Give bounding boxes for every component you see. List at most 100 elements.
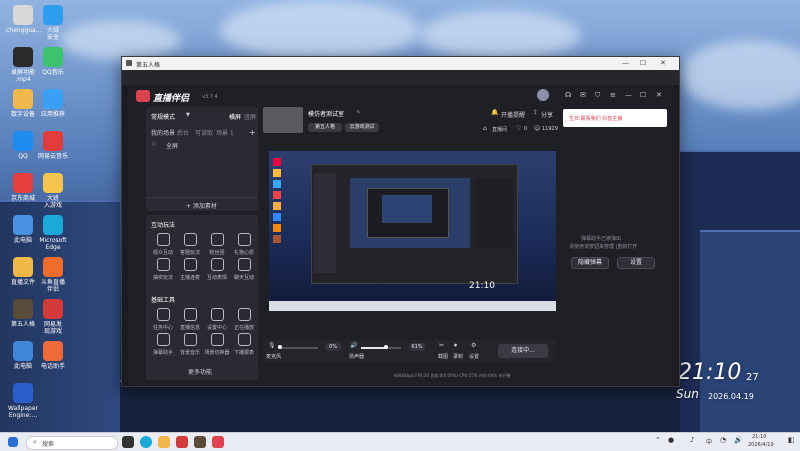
add-scene-icon[interactable]: + (249, 128, 256, 137)
tool-button[interactable]: 答题玩法 (177, 233, 203, 256)
source-item[interactable]: ⁞⁞ 全屏 (150, 140, 254, 150)
tool-button[interactable]: 聊天互动 (231, 258, 257, 281)
desktop-icon[interactable]: 此电脑 (6, 341, 40, 370)
desktop-icon[interactable]: Wallpaper Engine:... (6, 383, 40, 419)
chevron-down-icon[interactable]: ▼ (186, 112, 190, 118)
tool-button[interactable]: 任务中心 (150, 308, 176, 331)
task-view-icon[interactable] (122, 436, 134, 448)
tool-button[interactable]: 正在播放 (231, 308, 257, 331)
maximize-icon[interactable]: ☐ (640, 59, 646, 67)
add-source-button[interactable]: + 添加素材 (186, 201, 217, 210)
chevron-up-icon[interactable]: ⌃ (655, 436, 661, 444)
record-icon[interactable]: ⏺ (454, 342, 457, 350)
danmaku-notice-detail[interactable]: 请使用该按钮来管理 |重新打开 (569, 243, 637, 250)
tool-button[interactable]: 观众互动 (150, 233, 176, 256)
stream-title[interactable]: 模仿者测试室 (308, 109, 344, 118)
volume-icon[interactable]: 🔊 (734, 436, 743, 444)
bell-icon[interactable]: 🔔 (491, 109, 498, 116)
close-icon[interactable]: ✕ (660, 59, 666, 67)
scene-tab[interactable]: 场景 1 (216, 128, 234, 137)
game-icon[interactable] (194, 436, 206, 448)
desktop-icon[interactable]: 京东商城 (6, 173, 40, 202)
tool-button[interactable]: 主播连麦 (177, 258, 203, 281)
file-explorer-icon[interactable] (158, 436, 170, 448)
tool-button[interactable]: 粉丝团 (204, 233, 230, 256)
edge-icon[interactable] (140, 436, 152, 448)
desktop-icon[interactable]: 电话助手 (36, 341, 70, 370)
go-live-button[interactable]: 连接中... (498, 344, 548, 358)
drag-handle-icon[interactable]: ⁞⁞ (152, 141, 156, 148)
desktop-icon[interactable]: 录屏功能 .mp4 (6, 47, 40, 83)
share-icon[interactable]: ⇪ (533, 109, 538, 116)
window-titlebar[interactable]: 第五人格 — ☐ ✕ (122, 57, 679, 70)
desktop-icon[interactable]: 火绒 安全 (36, 5, 70, 41)
shirt-icon[interactable]: ⛉ (595, 91, 600, 100)
tool-button[interactable]: 下播报表 (231, 333, 257, 356)
room-label[interactable]: 直播间 (492, 126, 507, 133)
app-minimize-icon[interactable]: — (625, 91, 632, 99)
desktop-icon[interactable]: 网易发 现游戏 (36, 299, 70, 335)
taskbar-time[interactable]: 21:10 (752, 434, 766, 440)
mic-slider-handle[interactable] (278, 345, 282, 349)
input-language[interactable]: 中 (706, 437, 712, 446)
stream-preview[interactable]: 21:10 (269, 151, 556, 311)
desktop-icon[interactable]: QQ (6, 131, 40, 160)
user-avatar[interactable] (537, 89, 549, 101)
menu-icon[interactable]: ≡ (610, 91, 616, 99)
message-icon[interactable]: ✉ (580, 91, 586, 99)
notification-icon[interactable]: ◧ (788, 436, 795, 444)
record-button[interactable]: 录制 (453, 353, 463, 360)
desktop-icon[interactable]: 斗鱼直播 伴侣 (36, 257, 70, 293)
live-companion-icon[interactable] (212, 436, 224, 448)
taskbar-search[interactable]: ⌕ 搜索 (26, 436, 118, 450)
tray-mic-icon[interactable]: ♪ (690, 436, 694, 444)
subcategory-tag[interactable]: 云游戏测试 (345, 123, 379, 132)
scene-tab[interactable]: 可读取 (195, 128, 213, 137)
screenshot-button[interactable]: 截图 (438, 353, 448, 360)
speaker-slider-handle[interactable] (384, 345, 388, 349)
app-close-icon[interactable]: ✕ (656, 91, 662, 99)
minimize-icon[interactable]: — (622, 59, 629, 67)
microphone-icon[interactable]: 🎙 (268, 342, 276, 349)
desktop-icon[interactable]: Microsoft Edge (36, 215, 70, 251)
mic-slider-track[interactable] (278, 347, 318, 349)
wifi-icon[interactable]: ◔ (720, 436, 726, 444)
live-reminder-button[interactable]: 开播提醒 (501, 110, 525, 119)
start-icon[interactable] (8, 437, 18, 447)
desktop-icon[interactable]: 第五人格 (6, 299, 40, 328)
danmaku-settings-button[interactable]: 设置 (617, 257, 655, 269)
taskbar-date[interactable]: 2026/4/19 (748, 442, 774, 448)
tray-app-icon[interactable]: ● (668, 436, 674, 444)
headset-icon[interactable]: ☊ (565, 91, 571, 99)
edit-icon[interactable]: ✎ (356, 109, 361, 116)
desktop-icon[interactable]: QQ音乐 (36, 47, 70, 76)
scene-tab[interactable]: 后台 (177, 128, 189, 137)
tool-button[interactable]: 设置中心 (204, 308, 230, 331)
desktop-icon[interactable]: 直播文件 (6, 257, 40, 286)
category-tag[interactable]: 第五人格 (308, 123, 342, 132)
tool-button[interactable]: 互动表情 (204, 258, 230, 281)
screenshot-icon[interactable]: ✂ (439, 342, 444, 349)
desktop-icon[interactable]: 数字设备 (6, 89, 40, 118)
desktop-icon[interactable]: 网易云音乐 (36, 131, 70, 160)
desktop-icon[interactable]: 大班 入游戏 (36, 173, 70, 209)
share-button[interactable]: 分享 (541, 110, 553, 119)
more-features-link[interactable]: 更多功能 (188, 367, 212, 376)
promo-card[interactable]: 生日:联系我们 抖音主播 (563, 109, 667, 127)
tool-button[interactable]: 抽奖玩法 (150, 258, 176, 281)
stream-cover-thumbnail[interactable] (263, 107, 303, 133)
settings-button[interactable]: 设置 (469, 353, 479, 360)
hide-danmaku-button[interactable]: 隐藏弹幕 (571, 257, 609, 269)
portrait-toggle[interactable]: 竖屏 (244, 112, 256, 121)
tool-button[interactable]: 弹幕助手 (150, 333, 176, 356)
settings-icon[interactable]: ⚙ (471, 342, 476, 349)
app-maximize-icon[interactable]: ☐ (640, 91, 646, 99)
desktop-icon[interactable]: 此电脑 (6, 215, 40, 244)
tool-button[interactable]: 直播信息 (177, 308, 203, 331)
landscape-toggle[interactable]: 横屏 (229, 112, 241, 121)
scene-mode-title[interactable]: 常规模式 (151, 112, 175, 121)
tool-button[interactable]: 背景音乐 (177, 333, 203, 356)
speaker-icon[interactable]: 🔊 (350, 342, 357, 349)
netease-icon[interactable] (176, 436, 188, 448)
tool-button[interactable]: 礼物心愿 (231, 233, 257, 256)
